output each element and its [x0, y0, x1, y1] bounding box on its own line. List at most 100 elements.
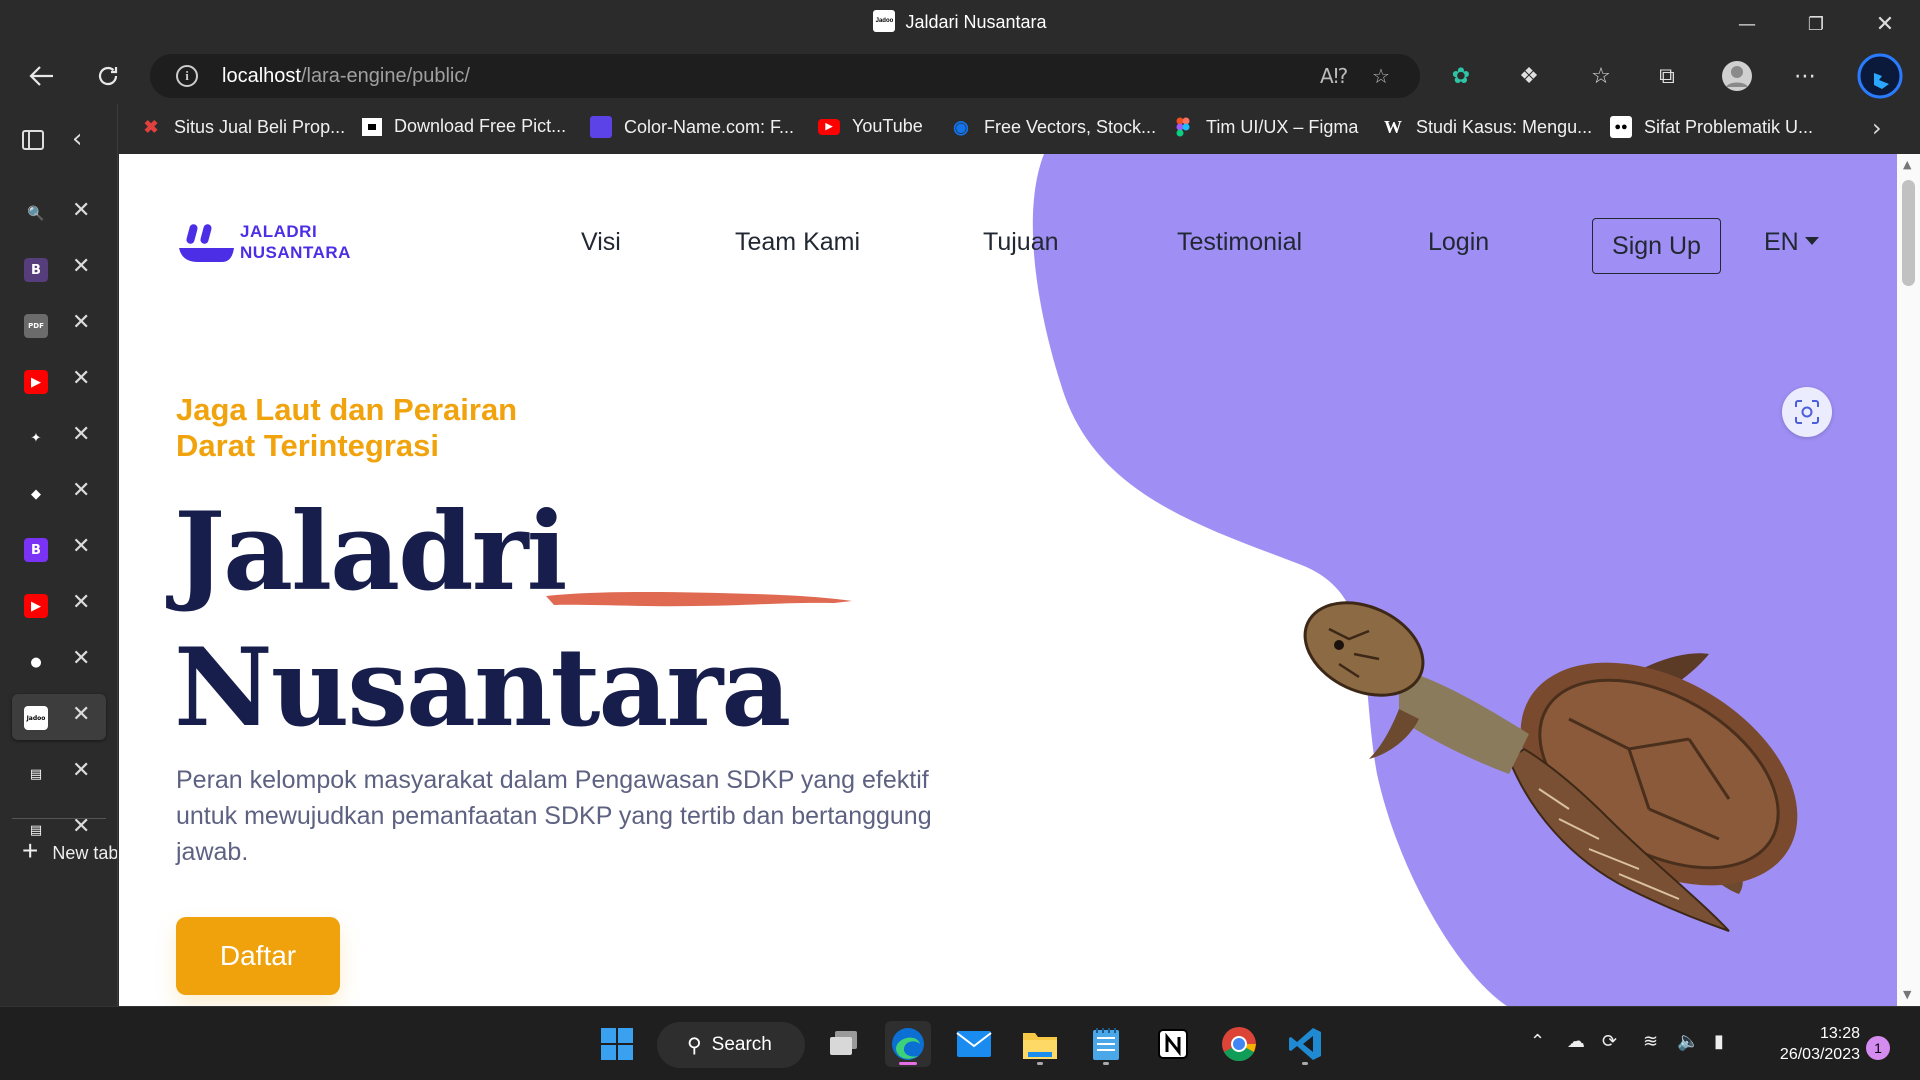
bookmark-item[interactable]: ●● Sifat Problematik U...	[1610, 116, 1813, 138]
vertical-tab-item[interactable]: Jadoo ✕	[12, 694, 106, 740]
edge-icon[interactable]	[885, 1021, 931, 1067]
bookmark-item[interactable]: ◉ Free Vectors, Stock...	[950, 116, 1156, 138]
search-label: Search	[711, 1034, 772, 1055]
vertical-tab-item[interactable]: ● ✕	[12, 638, 106, 684]
youtube-icon: ▶	[24, 594, 48, 618]
collections-icon[interactable]: ⧉	[1651, 60, 1683, 92]
vertical-tab-item[interactable]: B ✕	[12, 246, 106, 292]
file-explorer-icon[interactable]	[1017, 1021, 1063, 1067]
wifi-icon[interactable]: ≋	[1643, 1031, 1658, 1052]
windows-start-icon[interactable]	[594, 1021, 640, 1067]
bookmark-item[interactable]: ✖ Situs Jual Beli Prop...	[140, 116, 345, 138]
search-icon: ⚲	[687, 1034, 702, 1057]
close-tab-icon[interactable]: ✕	[72, 702, 90, 727]
minimize-button[interactable]: —	[1722, 8, 1772, 40]
visual-search-button[interactable]	[1782, 387, 1832, 437]
url-text[interactable]: localhost/lara-engine/public/	[222, 65, 470, 88]
page-scrollbar[interactable]: ▲ ▼	[1897, 154, 1920, 1006]
vscode-icon[interactable]	[1282, 1021, 1328, 1067]
show-hidden-icons-chevron-icon[interactable]: ⌃	[1530, 1031, 1545, 1052]
close-tab-icon[interactable]: ✕	[72, 310, 90, 335]
restore-button[interactable]: ❐	[1791, 8, 1841, 40]
notification-badge[interactable]: 1	[1866, 1036, 1890, 1060]
house-logo-icon: ✖	[143, 116, 159, 137]
bookmark-label: Sifat Problematik U...	[1644, 116, 1814, 137]
collapse-sidebar-chevron-icon[interactable]: ‹	[72, 124, 82, 154]
bootstrap-icon: B	[24, 258, 48, 282]
task-view-icon[interactable]	[821, 1021, 867, 1067]
close-tab-icon[interactable]: ✕	[72, 534, 90, 559]
sign-up-button[interactable]: Sign Up	[1592, 218, 1721, 274]
site-logo[interactable]: JALADRI NUSANTARA	[176, 220, 351, 264]
refresh-button[interactable]	[88, 56, 128, 96]
bookmark-item[interactable]: ▶ YouTube	[818, 116, 923, 137]
nav-link-testimonial[interactable]: Testimonial	[1177, 228, 1302, 257]
bing-copilot-icon[interactable]	[1856, 52, 1904, 100]
vertical-tab-item[interactable]: ▶ ✕	[12, 582, 106, 628]
close-tab-icon[interactable]: ✕	[72, 646, 90, 671]
vertical-tab-item[interactable]: PDF ✕	[12, 302, 106, 348]
close-tab-icon[interactable]: ✕	[72, 198, 90, 223]
scrollbar-thumb[interactable]	[1902, 180, 1915, 286]
vertical-tab-item[interactable]: ✦ ✕	[12, 414, 106, 460]
volume-icon[interactable]: 🔈	[1677, 1031, 1699, 1052]
close-tab-icon[interactable]: ✕	[72, 758, 90, 783]
back-button[interactable]	[22, 56, 62, 96]
system-clock[interactable]: 13:28 26/03/2023	[1750, 1023, 1860, 1065]
favorites-icon[interactable]: ☆	[1585, 60, 1617, 92]
pdf-icon: PDF	[24, 314, 48, 338]
scroll-up-arrow-icon[interactable]: ▲	[1903, 158, 1911, 171]
nav-link-tujuan[interactable]: Tujuan	[983, 228, 1059, 257]
notion-icon[interactable]	[1150, 1021, 1196, 1067]
refresh-icon	[98, 66, 118, 86]
scroll-down-arrow-icon[interactable]: ▼	[1903, 988, 1911, 1001]
clock-time: 13:28	[1819, 1025, 1860, 1042]
close-window-button[interactable]: ✕	[1860, 8, 1910, 40]
vertical-tab-item[interactable]: 🔍 ✕	[12, 190, 106, 236]
extensions-puzzle-icon[interactable]: ❖	[1513, 60, 1545, 92]
more-menu-icon[interactable]: ⋯	[1789, 60, 1821, 92]
logo-line-1: JALADRI	[240, 222, 318, 241]
bookmark-label: Studi Kasus: Mengu...	[1416, 116, 1593, 137]
sync-icon[interactable]: ⟳	[1602, 1031, 1617, 1052]
window-title-text: Jaldari Nusantara	[905, 12, 1047, 32]
address-bar[interactable]: i localhost/lara-engine/public/ A⁉ ☆	[150, 54, 1420, 98]
close-tab-icon[interactable]: ✕	[72, 366, 90, 391]
vertical-tab-item[interactable]: ◆ ✕	[12, 470, 106, 516]
youtube-icon: ▶	[24, 370, 48, 394]
close-tab-icon[interactable]: ✕	[72, 422, 90, 447]
active-indicator	[899, 1062, 917, 1065]
tab-actions-icon[interactable]	[22, 130, 44, 150]
vertical-tab-item[interactable]: ▶ ✕	[12, 358, 106, 404]
vertical-tab-item[interactable]: B ✕	[12, 526, 106, 572]
close-tab-icon[interactable]: ✕	[72, 590, 90, 615]
vertical-tab-item[interactable]: ▤ ✕	[12, 750, 106, 796]
extension-leaf-icon[interactable]: ✿	[1445, 60, 1477, 92]
onedrive-cloud-icon[interactable]: ☁	[1567, 1031, 1585, 1052]
nav-link-visi[interactable]: Visi	[581, 228, 621, 257]
taskbar-search-button[interactable]: ⚲ Search	[657, 1022, 805, 1068]
bookmark-item[interactable]: Tim UI/UX – Figma	[1172, 116, 1358, 138]
close-tab-icon[interactable]: ✕	[72, 478, 90, 503]
profile-avatar-icon[interactable]	[1721, 60, 1753, 92]
site-info-icon[interactable]: i	[176, 65, 198, 87]
chrome-icon[interactable]	[1216, 1021, 1262, 1067]
language-dropdown[interactable]: EN	[1764, 228, 1819, 257]
notepad-icon[interactable]	[1083, 1021, 1129, 1067]
bootstrap-icon: B	[24, 538, 48, 562]
bookmark-item[interactable]: W Studi Kasus: Mengu...	[1382, 116, 1592, 138]
nav-link-team-kami[interactable]: Team Kami	[735, 228, 860, 257]
mail-icon[interactable]	[951, 1021, 997, 1067]
more-bookmarks-chevron-icon[interactable]: ›	[1872, 114, 1882, 142]
daftar-button[interactable]: Daftar	[176, 917, 340, 995]
bookmark-item[interactable]: Download Free Pict...	[362, 116, 566, 137]
logo-line-2: NUSANTARA	[240, 243, 351, 262]
close-tab-icon[interactable]: ✕	[72, 254, 90, 279]
nav-link-login[interactable]: Login	[1428, 228, 1489, 257]
battery-icon[interactable]: ▮	[1714, 1031, 1724, 1052]
bookmark-item[interactable]: Color-Name.com: F...	[590, 116, 794, 138]
add-favorite-icon[interactable]: ☆	[1372, 64, 1390, 88]
new-tab-button[interactable]: + New tab	[22, 838, 117, 870]
w-icon: W	[1384, 116, 1402, 137]
read-aloud-icon[interactable]: A⁉	[1320, 64, 1348, 88]
